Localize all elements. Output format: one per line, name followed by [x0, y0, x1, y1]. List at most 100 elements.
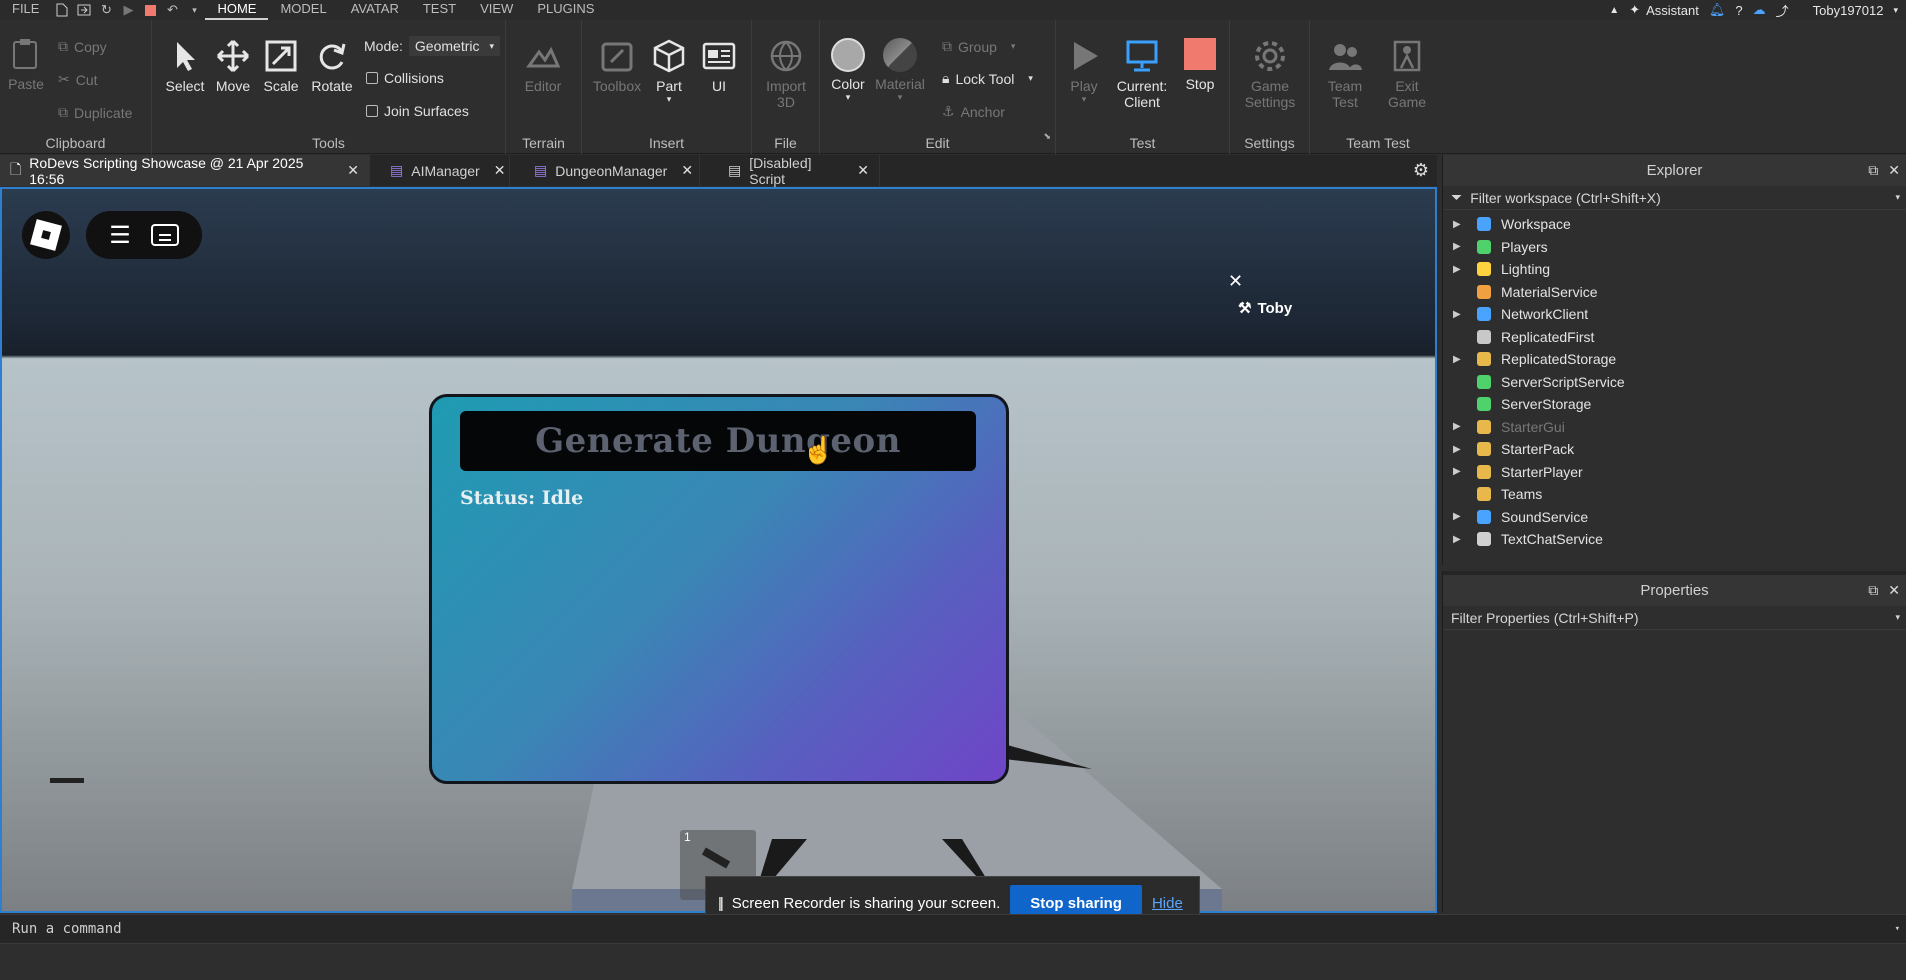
lock-tool-dropdown-icon[interactable]: ▾: [1028, 73, 1033, 84]
material-dropdown-icon[interactable]: ▾: [872, 92, 928, 103]
explorer-item[interactable]: ▶ Lighting: [1443, 258, 1906, 281]
rotate-tool-button[interactable]: Rotate: [308, 38, 356, 94]
stop-quick-icon[interactable]: [139, 0, 161, 20]
close-icon[interactable]: ✕: [347, 162, 359, 179]
expand-arrow-icon[interactable]: ▶: [1453, 219, 1465, 230]
join-surfaces-checkbox[interactable]: Join Surfaces: [366, 103, 469, 119]
expand-arrow-icon[interactable]: ▶: [1453, 466, 1465, 477]
tab-aimanager[interactable]: ▤ AIManager ✕: [370, 155, 510, 186]
notification-icon[interactable]: 🔔︎: [1709, 2, 1726, 18]
username-label[interactable]: Toby197012: [1813, 3, 1884, 18]
cloud-icon[interactable]: ☁: [1753, 2, 1766, 18]
chat-icon[interactable]: [150, 224, 179, 246]
play-quick-icon[interactable]: ▶: [117, 0, 139, 20]
anchor-button[interactable]: ⚓︎ Anchor: [942, 103, 1005, 120]
explorer-item[interactable]: ▶ ReplicatedStorage: [1443, 348, 1906, 371]
explorer-item[interactable]: ▶ TextChatService: [1443, 528, 1906, 551]
tab-place[interactable]: 🗋 RoDevs Scripting Showcase @ 21 Apr 202…: [0, 155, 370, 187]
command-bar[interactable]: Run a command ▾: [0, 914, 1906, 944]
expand-arrow-icon[interactable]: ▶: [1453, 444, 1465, 455]
tab-disabled-script[interactable]: ▤ [Disabled] Script ✕: [700, 155, 880, 187]
menu-tab-test[interactable]: TEST: [411, 0, 468, 20]
part-dropdown-icon[interactable]: ▾: [648, 94, 690, 105]
roblox-menu-button[interactable]: [22, 211, 70, 259]
explorer-item[interactable]: Teams: [1443, 483, 1906, 506]
explorer-item[interactable]: ▶ Players: [1443, 236, 1906, 259]
cut-button[interactable]: ✂ Cut: [58, 71, 98, 88]
stop-button[interactable]: Stop: [1178, 38, 1222, 92]
group-button[interactable]: ⧉ Group ▾: [942, 38, 1015, 55]
explorer-filter-input[interactable]: ⏷ Filter workspace (Ctrl+Shift+X) ▾: [1443, 186, 1906, 210]
explorer-item[interactable]: ▶ NetworkClient: [1443, 303, 1906, 326]
quick-access-dropdown-icon[interactable]: ▾: [183, 0, 205, 20]
part-button[interactable]: Part ▾: [648, 38, 690, 105]
close-icon[interactable]: ✕: [681, 162, 693, 179]
command-input[interactable]: Run a command: [12, 921, 122, 937]
color-button[interactable]: Color ▾: [824, 38, 872, 103]
undo-icon[interactable]: ↶: [161, 0, 183, 20]
import-3d-button[interactable]: Import 3D: [762, 38, 810, 110]
hide-banner-link[interactable]: Hide: [1152, 895, 1183, 912]
explorer-item[interactable]: ▶ StarterPlayer: [1443, 461, 1906, 484]
collisions-checkbox-box[interactable]: [366, 72, 378, 84]
expand-arrow-icon[interactable]: ▶: [1453, 309, 1465, 320]
tab-settings-gear-icon[interactable]: ⚙: [1413, 160, 1429, 181]
edit-group-expand-icon[interactable]: ⬊: [1043, 131, 1051, 142]
filter-dropdown-icon[interactable]: ▾: [1895, 612, 1900, 623]
menu-tab-home[interactable]: HOME: [205, 0, 269, 20]
explorer-item[interactable]: ServerStorage: [1443, 393, 1906, 416]
expand-arrow-icon[interactable]: ▶: [1453, 511, 1465, 522]
menu-tab-view[interactable]: VIEW: [468, 0, 525, 20]
color-dropdown-icon[interactable]: ▾: [824, 92, 872, 103]
close-icon[interactable]: ✕: [494, 162, 506, 179]
move-tool-button[interactable]: Move: [212, 38, 254, 94]
mode-dropdown[interactable]: Geometric ▾: [408, 36, 501, 56]
help-icon[interactable]: ?: [1735, 3, 1742, 18]
terrain-editor-button[interactable]: Editor: [520, 38, 566, 94]
select-tool-button[interactable]: Select: [164, 38, 206, 94]
explorer-item[interactable]: ▶ Workspace: [1443, 213, 1906, 236]
generate-dungeon-button[interactable]: Generate Dungeon: [460, 411, 976, 471]
publish-icon[interactable]: [73, 0, 95, 20]
game-viewport[interactable]: ☰ ✕ ⚒ Toby Generate Dungeon Status: Idle…: [0, 187, 1437, 913]
close-icon[interactable]: ✕: [857, 162, 869, 179]
scale-tool-button[interactable]: Scale: [260, 38, 302, 94]
menu-tab-avatar[interactable]: AVATAR: [339, 0, 411, 20]
menu-tab-model[interactable]: MODEL: [268, 0, 338, 20]
hamburger-menu-icon[interactable]: ☰: [109, 221, 131, 250]
lock-tool-button[interactable]: 🔒︎ Lock Tool ▾: [942, 70, 1033, 87]
ui-button[interactable]: UI: [698, 38, 740, 94]
close-icon[interactable]: ✕: [1888, 582, 1900, 599]
close-icon[interactable]: ✕: [1228, 271, 1243, 292]
group-dropdown-icon[interactable]: ▾: [1011, 41, 1016, 52]
user-dropdown-icon[interactable]: ▾: [1893, 5, 1898, 16]
explorer-item[interactable]: MaterialService: [1443, 281, 1906, 304]
material-button[interactable]: Material ▾: [872, 38, 928, 103]
copy-button[interactable]: ⧉ Copy: [58, 38, 107, 55]
share-icon[interactable]: ⤴: [1776, 1, 1789, 20]
paste-button[interactable]: Paste: [6, 36, 46, 92]
current-client-button[interactable]: Current: Client: [1112, 38, 1172, 110]
explorer-item[interactable]: ReplicatedFirst: [1443, 326, 1906, 349]
assistant-button[interactable]: ✦ Assistant: [1629, 2, 1699, 18]
properties-filter-input[interactable]: Filter Properties (Ctrl+Shift+P) ▾: [1443, 606, 1906, 630]
play-dropdown-icon[interactable]: ▾: [1064, 94, 1104, 105]
team-test-button[interactable]: Team Test: [1320, 38, 1370, 110]
filter-dropdown-icon[interactable]: ▾: [1895, 192, 1900, 203]
menu-tab-plugins[interactable]: PLUGINS: [525, 0, 606, 20]
close-icon[interactable]: ✕: [1888, 162, 1900, 179]
expand-arrow-icon[interactable]: ▶: [1453, 241, 1465, 252]
join-surfaces-checkbox-box[interactable]: [366, 105, 378, 117]
explorer-item[interactable]: ▶ StarterGui: [1443, 416, 1906, 439]
menu-file[interactable]: FILE: [0, 0, 51, 20]
undock-icon[interactable]: ⧉: [1868, 582, 1878, 599]
redo-history-icon[interactable]: ↻: [95, 0, 117, 20]
undock-icon[interactable]: ⧉: [1868, 162, 1878, 179]
collisions-checkbox[interactable]: Collisions: [366, 70, 444, 86]
play-button[interactable]: Play ▾: [1064, 38, 1104, 105]
command-dropdown-icon[interactable]: ▾: [1895, 924, 1900, 934]
player-name[interactable]: Toby: [1257, 300, 1292, 317]
expand-arrow-icon[interactable]: ▶: [1453, 354, 1465, 365]
duplicate-button[interactable]: ⧉ Duplicate: [58, 104, 132, 121]
toolbox-button[interactable]: Toolbox: [590, 38, 644, 94]
